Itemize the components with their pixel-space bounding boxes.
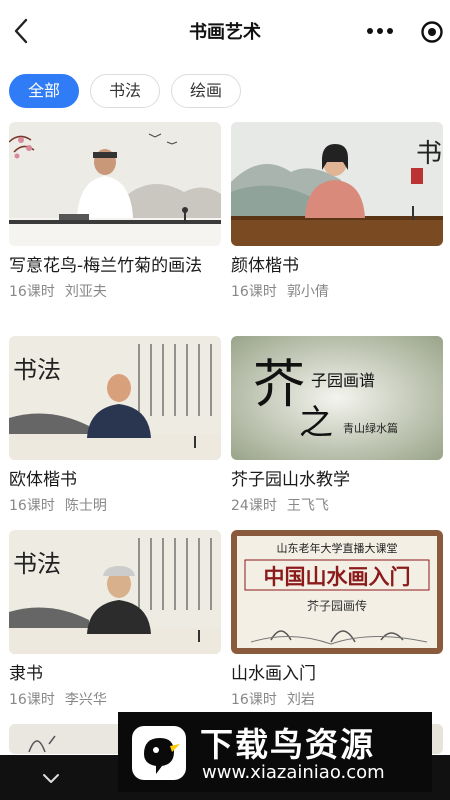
course-card[interactable]: 写意花鸟-梅兰竹菊的画法 16课时 刘亚夫	[9, 122, 221, 301]
tab-all[interactable]: 全部	[9, 74, 80, 108]
course-meta: 16课时 刘岩	[231, 689, 443, 709]
course-thumbnail-image: 书法	[231, 122, 443, 246]
course-thumbnail[interactable]: 芥 子园画谱 之 青山绿水篇	[231, 336, 443, 460]
course-thumbnail-image: 山东老年大学直播大课堂 中国山水画入门 芥子园画传	[231, 530, 443, 654]
watermark-title: 下载鸟资源	[200, 725, 375, 764]
tab-painting[interactable]: 绘画	[171, 74, 242, 108]
course-teacher: 李兴华	[64, 692, 107, 708]
thumb-subtitle-text: 青山绿水篇	[343, 421, 398, 435]
course-card[interactable]: 芥 子园画谱 之 青山绿水篇 芥子园山水教学 24课时 王飞飞	[231, 336, 443, 515]
thumb-header-text: 山东老年大学直播大课堂	[277, 541, 398, 555]
thumb-calligraphy-text: 书法	[13, 550, 61, 578]
thumb-title-text: 子园画谱	[311, 371, 375, 390]
course-meta: 16课时 刘亚夫	[9, 281, 221, 301]
course-meta: 16课时 郭小倩	[231, 281, 443, 301]
course-teacher: 王飞飞	[286, 498, 329, 514]
course-meta: 16课时 李兴华	[9, 689, 221, 709]
watermark-banner: 下载鸟资源 www.xiazainiao.com	[118, 712, 432, 792]
header-bar: 书画艺术	[0, 0, 450, 62]
course-lessons: 16课时	[9, 284, 55, 300]
course-lessons: 24课时	[231, 498, 277, 514]
course-meta: 16课时 陈士明	[9, 495, 221, 515]
course-card[interactable]: 书法 颜体楷书 16课时郭小倩	[231, 122, 443, 301]
target-icon[interactable]	[420, 20, 444, 44]
filter-tabs: 全部 书法 绘画	[9, 74, 242, 108]
course-thumbnail[interactable]: 书法	[9, 336, 221, 460]
course-lessons: 16课时	[231, 692, 277, 708]
course-teacher: 刘岩	[286, 692, 315, 708]
course-card[interactable]: 书法 隶书 16课时 李兴华	[9, 530, 221, 709]
course-lessons: 16课时	[231, 284, 277, 300]
course-thumbnail-image: 芥 子园画谱 之 青山绿水篇	[231, 336, 443, 460]
course-card[interactable]: 书法 欧体楷书 16课时 陈士明	[9, 336, 221, 515]
thumb-subtitle-text: 芥子园画传	[307, 598, 367, 613]
thumb-title-text: 芥	[253, 355, 305, 415]
watermark-url: www.xiazainiao.com	[202, 762, 385, 783]
thumb-calligraphy-text: 书法	[13, 356, 61, 384]
course-teacher: 陈士明	[64, 498, 107, 514]
thumb-calligraphy-text: 书法	[416, 139, 443, 169]
course-thumbnail-image: 书法	[9, 336, 221, 460]
course-title: 欧体楷书	[9, 470, 77, 490]
thumb-title-text: 中国山水画入门	[264, 564, 411, 589]
course-card[interactable]: 山东老年大学直播大课堂 中国山水画入门 芥子园画传 山水画入门 16课时 刘岩	[231, 530, 443, 709]
course-title: 写意花鸟-梅兰竹菊的画法	[9, 256, 203, 276]
course-thumbnail[interactable]: 山东老年大学直播大课堂 中国山水画入门 芥子园画传	[231, 530, 443, 654]
course-title: 隶书	[9, 664, 43, 684]
tab-calligraphy[interactable]: 书法	[90, 74, 161, 108]
course-meta: 24课时 王飞飞	[231, 495, 443, 515]
thumb-title-text: 之	[299, 403, 333, 443]
course-title: 山水画入门	[231, 664, 316, 684]
more-dots-icon[interactable]	[364, 18, 396, 44]
course-lessons: 16课时	[9, 498, 55, 514]
course-teacher: 刘亚夫	[64, 284, 107, 300]
course-thumbnail-image: 书法	[9, 530, 221, 654]
course-thumbnail[interactable]	[9, 122, 221, 246]
course-teacher: 郭小倩	[286, 284, 329, 300]
bird-logo-icon	[132, 726, 186, 780]
course-lessons: 16课时	[9, 692, 55, 708]
course-thumbnail[interactable]: 书法	[9, 530, 221, 654]
course-thumbnail-image	[9, 122, 221, 246]
course-title: 颜体楷书	[231, 256, 299, 276]
chevron-down-icon[interactable]	[38, 765, 64, 791]
course-title: 芥子园山水教学	[231, 470, 350, 490]
course-thumbnail[interactable]: 书法	[231, 122, 443, 246]
